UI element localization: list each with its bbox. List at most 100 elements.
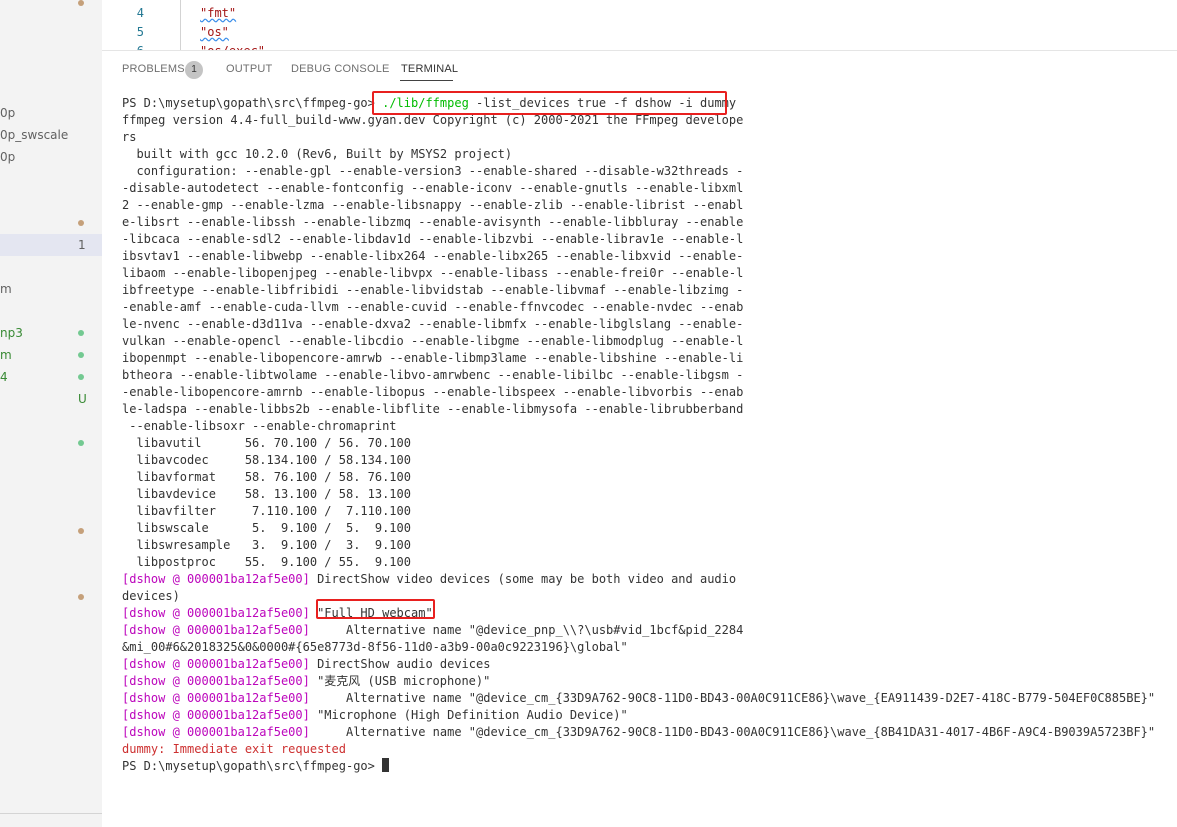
explorer-item[interactable]: 0p xyxy=(0,102,102,124)
output-text: libswresample 3. 9.100 / 3. 9.100 xyxy=(122,538,411,552)
dshow-tag: [dshow @ 000001ba12af5e00] xyxy=(122,657,310,671)
terminal-line: ibopenmpt --enable-libopencore-amrwb --e… xyxy=(122,350,743,367)
output-text: libswscale 5. 9.100 / 5. 9.100 xyxy=(122,521,411,535)
output-text: -enable-amf --enable-cuda-llvm --enable-… xyxy=(122,300,744,314)
output-text: e-libsrt --enable-libssh --enable-libzmq… xyxy=(122,215,744,229)
git-status-dot-icon xyxy=(78,0,84,6)
line-number: 5 xyxy=(136,25,144,39)
explorer-sidebar: 0p 0p_swscale 0p 1 m np3 m 4 U xyxy=(0,0,102,827)
tab-problems[interactable]: PROBLEMS xyxy=(122,63,185,75)
terminal-line: -libcaca --enable-sdl2 --enable-libdav1d… xyxy=(122,231,743,248)
terminal-line: [dshow @ 000001ba12af5e00] Alternative n… xyxy=(122,622,743,639)
terminal-cursor[interactable] xyxy=(382,758,390,772)
terminal-line: [dshow @ 000001ba12af5e00] "Microphone (… xyxy=(122,707,628,724)
explorer-item[interactable]: 4 xyxy=(0,366,102,388)
line-number: 4 xyxy=(136,6,144,20)
dshow-tag: [dshow @ 000001ba12af5e00] xyxy=(122,725,310,739)
tab-terminal[interactable]: TERMINAL xyxy=(401,63,458,75)
terminal-line: libavcodec 58.134.100 / 58.134.100 xyxy=(122,452,411,469)
dshow-tag: [dshow @ 000001ba12af5e00] xyxy=(122,691,310,705)
explorer-item[interactable]: 0p xyxy=(0,146,102,168)
terminal-line: built with gcc 10.2.0 (Rev6, Built by MS… xyxy=(122,146,512,163)
code-line[interactable]: 4 "fmt" xyxy=(102,4,1177,23)
terminal-line: libavfilter 7.110.100 / 7.110.100 xyxy=(122,503,411,520)
terminal-line: libpostproc 55. 9.100 / 55. 9.100 xyxy=(122,554,411,571)
git-status-dot-icon xyxy=(78,440,84,446)
terminal-line: configuration: --enable-gpl --enable-ver… xyxy=(122,163,743,180)
command-highlight-box xyxy=(372,91,727,115)
explorer-item[interactable] xyxy=(0,212,102,234)
explorer-item-label: np3 xyxy=(0,326,23,340)
output-text: rs xyxy=(122,130,137,144)
terminal-line: libavutil 56. 70.100 / 56. 70.100 xyxy=(122,435,411,452)
sidebar-divider xyxy=(0,813,102,814)
dshow-text: &mi_00#6&2018325&0&0000#{65e8773d-8f56-1… xyxy=(122,640,628,654)
output-text: -disable-autodetect --enable-fontconfig … xyxy=(122,181,744,195)
dshow-tag: [dshow @ 000001ba12af5e00] xyxy=(122,572,310,586)
code-line[interactable]: 5 "os" xyxy=(102,23,1177,42)
explorer-item[interactable]: U xyxy=(0,388,102,410)
terminal-line: rs xyxy=(122,129,136,146)
output-text: built with gcc 10.2.0 (Rev6, Built by MS… xyxy=(122,147,513,161)
explorer-item-label: 4 xyxy=(0,370,8,384)
terminal-line: [dshow @ 000001ba12af5e00] Alternative n… xyxy=(122,724,1155,741)
output-text: le-ladspa --enable-libbs2b --enable-libf… xyxy=(122,402,744,416)
output-text: libavcodec 58.134.100 / 58.134.100 xyxy=(122,453,411,467)
import-string: "fmt" xyxy=(200,6,237,20)
output-text: libavformat 58. 76.100 / 58. 76.100 xyxy=(122,470,411,484)
explorer-item[interactable]: 1 xyxy=(0,234,102,256)
import-string: "os" xyxy=(200,25,229,39)
explorer-item-label: 0p_swscale xyxy=(0,128,69,142)
line-number: 6 xyxy=(102,42,144,50)
explorer-item-label: 0p xyxy=(0,106,16,120)
terminal-line: -disable-autodetect --enable-fontconfig … xyxy=(122,180,743,197)
terminal-line: [dshow @ 000001ba12af5e00] "麦克风 (USB mic… xyxy=(122,673,490,690)
output-text: le-nvenc --enable-d3d11va --enable-dxva2… xyxy=(122,317,744,331)
terminal-line: PS D:\mysetup\gopath\src\ffmpeg-go> xyxy=(122,758,390,775)
dshow-tag: [dshow @ 000001ba12af5e00] xyxy=(122,708,310,722)
terminal-line: libavdevice 58. 13.100 / 58. 13.100 xyxy=(122,486,411,503)
terminal-line: ibsvtav1 --enable-libwebp --enable-libx2… xyxy=(122,248,743,265)
terminal-line: [dshow @ 000001ba12af5e00] DirectShow vi… xyxy=(122,571,736,588)
dshow-text: devices) xyxy=(122,589,180,603)
output-text: btheora --enable-libtwolame --enable-lib… xyxy=(122,368,744,382)
dshow-text: "麦克风 (USB microphone)" xyxy=(309,674,491,688)
explorer-item[interactable] xyxy=(0,432,102,454)
terminal-line: le-ladspa --enable-libbs2b --enable-libf… xyxy=(122,401,743,418)
explorer-item[interactable] xyxy=(0,586,102,608)
code-line[interactable]: 6 "os/exec" xyxy=(102,42,1177,50)
explorer-item[interactable] xyxy=(0,520,102,542)
terminal-line: -enable-amf --enable-cuda-llvm --enable-… xyxy=(122,299,743,316)
git-status-dot-icon xyxy=(78,220,84,226)
output-text: libavdevice 58. 13.100 / 58. 13.100 xyxy=(122,487,411,501)
explorer-item-badge: 1 xyxy=(78,238,86,252)
output-text: -enable-libopencore-amrnb --enable-libop… xyxy=(122,385,744,399)
terminal-line: -enable-libopencore-amrnb --enable-libop… xyxy=(122,384,743,401)
output-text: vulkan --enable-opencl --enable-libcdio … xyxy=(122,334,744,348)
output-text: ibopenmpt --enable-libopencore-amrwb --e… xyxy=(122,351,744,365)
explorer-item[interactable]: np3 xyxy=(0,322,102,344)
git-status-dot-icon xyxy=(78,330,84,336)
tab-debug-console[interactable]: DEBUG CONSOLE xyxy=(291,63,390,75)
panel-tab-bar: PROBLEMS 1 OUTPUT DEBUG CONSOLE TERMINAL xyxy=(102,51,1177,87)
output-text: -libcaca --enable-sdl2 --enable-libdav1d… xyxy=(122,232,744,246)
terminal-line: devices) xyxy=(122,588,180,605)
output-text: ibsvtav1 --enable-libwebp --enable-libx2… xyxy=(122,249,744,263)
code-text: "os/exec" xyxy=(200,42,265,50)
code-editor[interactable]: 4 "fmt" 5 "os" 6 "os/exec" xyxy=(102,0,1177,50)
terminal-prompt: PS D:\mysetup\gopath\src\ffmpeg-go> xyxy=(122,759,383,773)
explorer-item[interactable]: m xyxy=(0,278,102,300)
terminal-line: [dshow @ 000001ba12af5e00] Alternative n… xyxy=(122,690,1155,707)
explorer-item[interactable] xyxy=(0,0,102,14)
tab-output[interactable]: OUTPUT xyxy=(226,63,272,75)
explorer-item-label: m xyxy=(0,282,12,296)
dshow-text: Alternative name "@device_cm_{33D9A762-9… xyxy=(309,725,1156,739)
terminal-line: libavformat 58. 76.100 / 58. 76.100 xyxy=(122,469,411,486)
explorer-item[interactable]: 0p_swscale xyxy=(0,124,102,146)
explorer-item[interactable]: m xyxy=(0,344,102,366)
git-status-dot-icon xyxy=(78,594,84,600)
git-status-dot-icon xyxy=(78,528,84,534)
explorer-item-label: 0p xyxy=(0,150,16,164)
terminal-line: vulkan --enable-opencl --enable-libcdio … xyxy=(122,333,743,350)
output-text: libavfilter 7.110.100 / 7.110.100 xyxy=(122,504,411,518)
